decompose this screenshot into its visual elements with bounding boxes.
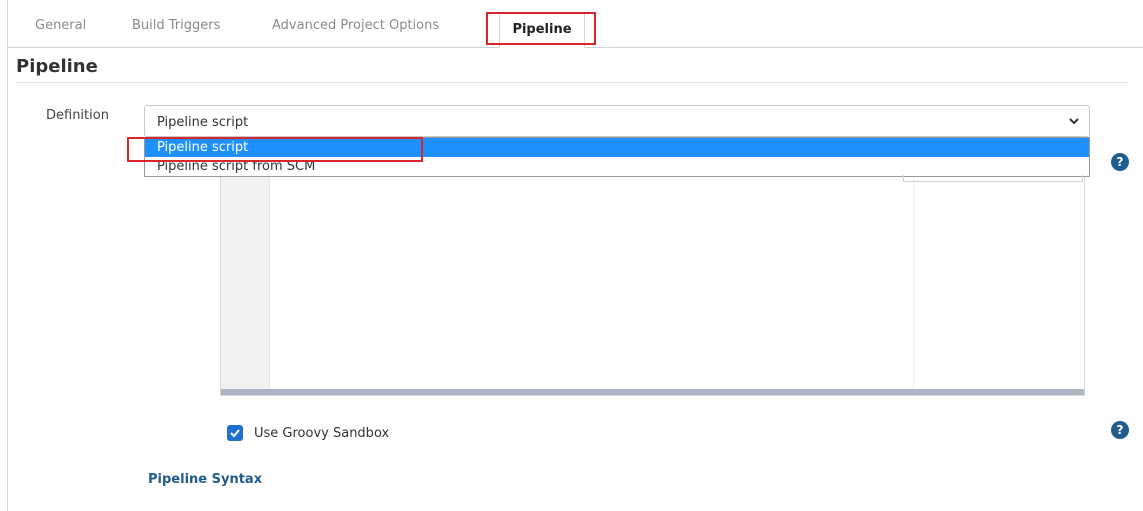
help-icon[interactable]: ? (1111, 153, 1129, 171)
section-title: Pipeline (16, 56, 98, 77)
check-icon (230, 429, 240, 438)
groovy-sandbox-label: Use Groovy Sandbox (254, 426, 390, 441)
option-highlight-box (127, 137, 423, 162)
editor-gutter (221, 177, 270, 389)
groovy-sandbox-checkbox[interactable] (227, 425, 243, 441)
tab-advanced-project-options[interactable]: Advanced Project Options (272, 18, 439, 33)
try-sample-box[interactable] (903, 175, 1083, 182)
section-divider (16, 82, 1128, 83)
help-icon[interactable]: ? (1111, 421, 1129, 439)
tab-general[interactable]: General (35, 18, 86, 33)
pipeline-syntax-link[interactable]: Pipeline Syntax (148, 472, 262, 487)
editor-scrollbar[interactable] (221, 389, 1084, 395)
definition-select[interactable]: Pipeline script (144, 105, 1090, 137)
script-editor[interactable] (220, 175, 1085, 396)
editor-side-panel (913, 177, 1085, 389)
definition-label: Definition (46, 108, 109, 123)
tab-build-triggers[interactable]: Build Triggers (132, 18, 220, 33)
tab-highlight-box (486, 12, 596, 45)
definition-select-value: Pipeline script (157, 115, 249, 130)
chevron-down-icon (1069, 118, 1079, 125)
